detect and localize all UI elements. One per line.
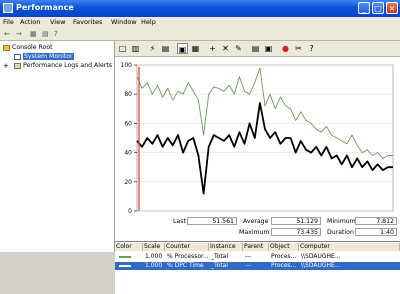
instance-cell: _Total xyxy=(211,253,229,260)
y-tick-label: 0 xyxy=(128,208,132,215)
menu-file[interactable]: File xyxy=(3,18,14,26)
new-counter-set-icon[interactable]: □ xyxy=(117,43,128,54)
y-tick-label: 60 xyxy=(124,120,132,127)
statistics-bar: Last 51.561 Average 51.129 Minimum 7.812… xyxy=(115,216,400,240)
average-value: 51.129 xyxy=(271,217,321,225)
parent-cell: --- xyxy=(245,253,252,260)
legend-header-object[interactable]: Object xyxy=(269,243,299,251)
legend-header-scale[interactable]: Scale xyxy=(143,243,165,251)
title-bar[interactable]: Performance _ □ × xyxy=(0,0,400,17)
menu-view[interactable]: View xyxy=(50,18,65,26)
color-swatch xyxy=(119,256,131,258)
counter-cell: % Processor... xyxy=(167,253,209,260)
menu-bar: File Action View Favorites Window Help xyxy=(0,17,400,28)
add-counter-icon[interactable]: + xyxy=(207,43,218,54)
duration-label: Duration xyxy=(327,229,354,236)
window-title: Performance xyxy=(16,3,74,12)
object-cell: Proces... xyxy=(271,262,297,269)
menu-window[interactable]: Window xyxy=(111,18,137,26)
counter-cell: % DPC Time xyxy=(167,262,204,269)
system-monitor-pane: □ ▥ ⚡ ▤ ▣ ▦ + ✕ ✎ ▤ ▣ ● ✂ ? 100 80 60 40 20 0… xyxy=(115,41,400,294)
monitor-icon xyxy=(14,54,21,60)
view-histogram-icon[interactable]: ▦ xyxy=(190,43,201,54)
minimum-value: 7.812 xyxy=(355,217,397,225)
delete-counter-icon[interactable]: ✕ xyxy=(220,43,231,54)
minimize-button[interactable]: _ xyxy=(358,2,370,14)
y-tick-label: 40 xyxy=(124,150,132,157)
object-cell: Proces... xyxy=(271,253,297,260)
average-label: Average xyxy=(243,218,269,225)
legend-header-computer[interactable]: Computer xyxy=(299,243,400,251)
help-icon[interactable]: ? xyxy=(306,43,317,54)
counter-legend: Color Scale Counter Instance Parent Obje… xyxy=(115,241,400,294)
maximum-value: 73.435 xyxy=(271,228,321,236)
duration-value: 1:40 xyxy=(355,228,397,236)
clear-display-icon[interactable]: ▥ xyxy=(130,43,141,54)
monitor-toolbar: □ ▥ ⚡ ▤ ▣ ▦ + ✕ ✎ ▤ ▣ ● ✂ ? xyxy=(115,41,400,57)
legend-header-color[interactable]: Color xyxy=(115,243,143,251)
instance-cell: _Total xyxy=(211,262,229,269)
legend-header-counter[interactable]: Counter xyxy=(165,243,209,251)
freeze-display-icon[interactable]: ● xyxy=(280,43,291,54)
legend-header-parent[interactable]: Parent xyxy=(243,243,269,251)
view-current-activity-icon[interactable]: ⚡ xyxy=(147,43,158,54)
minimum-label: Minimum xyxy=(327,218,356,225)
forward-icon[interactable]: → xyxy=(16,30,22,38)
paste-counter-list-icon[interactable]: ▣ xyxy=(263,43,274,54)
y-tick-label: 100 xyxy=(121,62,133,69)
computer-cell: \\SDAUGHE... xyxy=(301,262,341,269)
back-icon[interactable]: ← xyxy=(4,30,10,38)
performance-graph: 100 80 60 40 20 0 xyxy=(121,62,394,215)
maximum-label: Maximum xyxy=(239,229,270,236)
highlight-icon[interactable]: ✎ xyxy=(233,43,244,54)
console-toolbar: ← → ▦ ▤ ? xyxy=(0,28,400,41)
last-value: 51.561 xyxy=(187,217,237,225)
folder-icon xyxy=(3,45,10,51)
computer-cell: \\SDAUGHE... xyxy=(301,253,341,260)
y-tick-label: 80 xyxy=(124,91,132,98)
expand-icon[interactable]: + xyxy=(3,62,9,70)
view-log-data-icon[interactable]: ▤ xyxy=(160,43,171,54)
legend-row-processor-time[interactable]: 1.000 % Processor... _Total --- Proces..… xyxy=(115,253,400,261)
legend-header-instance[interactable]: Instance xyxy=(209,243,243,251)
update-data-icon[interactable]: ✂ xyxy=(293,43,304,54)
help-icon[interactable]: ? xyxy=(54,30,58,38)
scale-cell: 1.000 xyxy=(145,253,163,260)
copy-properties-icon[interactable]: ▤ xyxy=(250,43,261,54)
close-button[interactable]: × xyxy=(386,2,398,14)
view-graph-icon[interactable]: ▣ xyxy=(177,43,188,54)
parent-cell: --- xyxy=(245,262,252,269)
properties-icon[interactable]: ▤ xyxy=(42,30,49,38)
plot-area xyxy=(136,64,394,212)
menu-action[interactable]: Action xyxy=(20,18,40,26)
maximize-button[interactable]: □ xyxy=(372,2,384,14)
color-swatch xyxy=(119,265,131,267)
show-tree-icon[interactable]: ▦ xyxy=(30,30,37,38)
menu-help[interactable]: Help xyxy=(141,18,156,26)
scale-cell: 1.000 xyxy=(145,262,163,269)
menu-favorites[interactable]: Favorites xyxy=(73,18,102,26)
y-tick-label: 20 xyxy=(124,179,132,186)
legend-row-dpc-time[interactable]: 1.000 % DPC Time _Total --- Proces... \\… xyxy=(115,262,400,270)
console-tree: Console Root System Monitor + Performanc… xyxy=(0,41,115,252)
performance-app-icon xyxy=(3,3,13,13)
last-label: Last xyxy=(173,218,186,225)
logs-icon xyxy=(14,63,21,69)
